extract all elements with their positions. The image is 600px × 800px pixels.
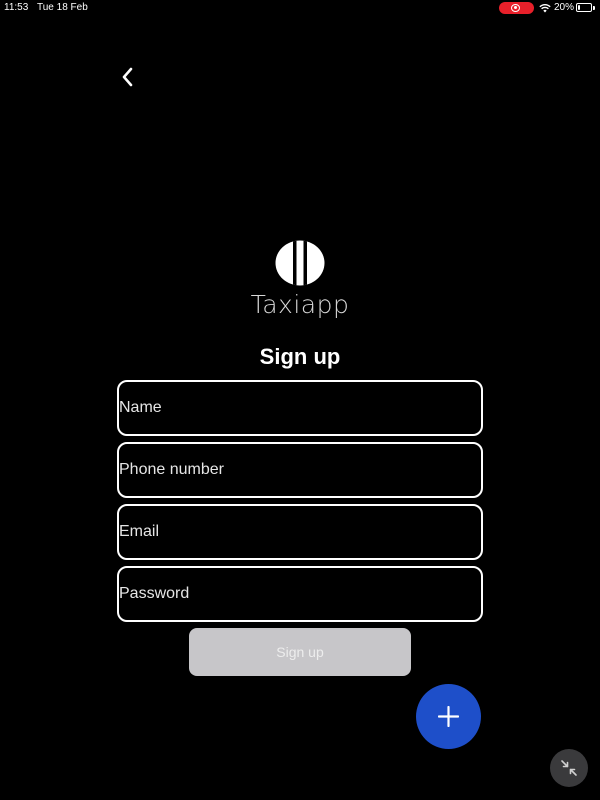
battery-level bbox=[578, 5, 581, 10]
name-input[interactable] bbox=[119, 382, 481, 434]
signup-screen: 11:53 Tue 18 Feb 20% Taxiapp Sign up Nam… bbox=[0, 0, 600, 800]
email-input[interactable] bbox=[119, 506, 481, 558]
chevron-left-icon bbox=[122, 67, 133, 87]
battery-icon bbox=[576, 3, 592, 12]
signup-button[interactable]: Sign up bbox=[189, 628, 411, 676]
status-bar: 11:53 Tue 18 Feb 20% bbox=[0, 0, 600, 16]
plus-icon bbox=[438, 706, 459, 727]
page-title: Sign up bbox=[259, 344, 341, 369]
wifi-icon bbox=[539, 3, 551, 13]
app-name: Taxiapp bbox=[250, 290, 350, 319]
status-time: 11:53 bbox=[4, 2, 29, 13]
phone-number-field[interactable] bbox=[117, 442, 483, 498]
taxiapp-logo-icon bbox=[275, 240, 325, 286]
add-button[interactable] bbox=[416, 684, 481, 749]
back-button[interactable] bbox=[116, 64, 140, 90]
status-date: Tue 18 Feb bbox=[37, 2, 88, 13]
password-input[interactable] bbox=[119, 568, 481, 620]
record-icon bbox=[511, 4, 520, 12]
minimize-arrows-icon bbox=[561, 760, 577, 776]
name-field[interactable] bbox=[117, 380, 483, 436]
password-field[interactable] bbox=[117, 566, 483, 622]
phone-number-input[interactable] bbox=[119, 444, 481, 496]
minimize-button[interactable] bbox=[550, 749, 588, 787]
screen-recording-indicator[interactable] bbox=[499, 2, 534, 14]
email-field[interactable] bbox=[117, 504, 483, 560]
battery-percent: 20% bbox=[554, 2, 575, 13]
battery-cap bbox=[593, 6, 595, 10]
